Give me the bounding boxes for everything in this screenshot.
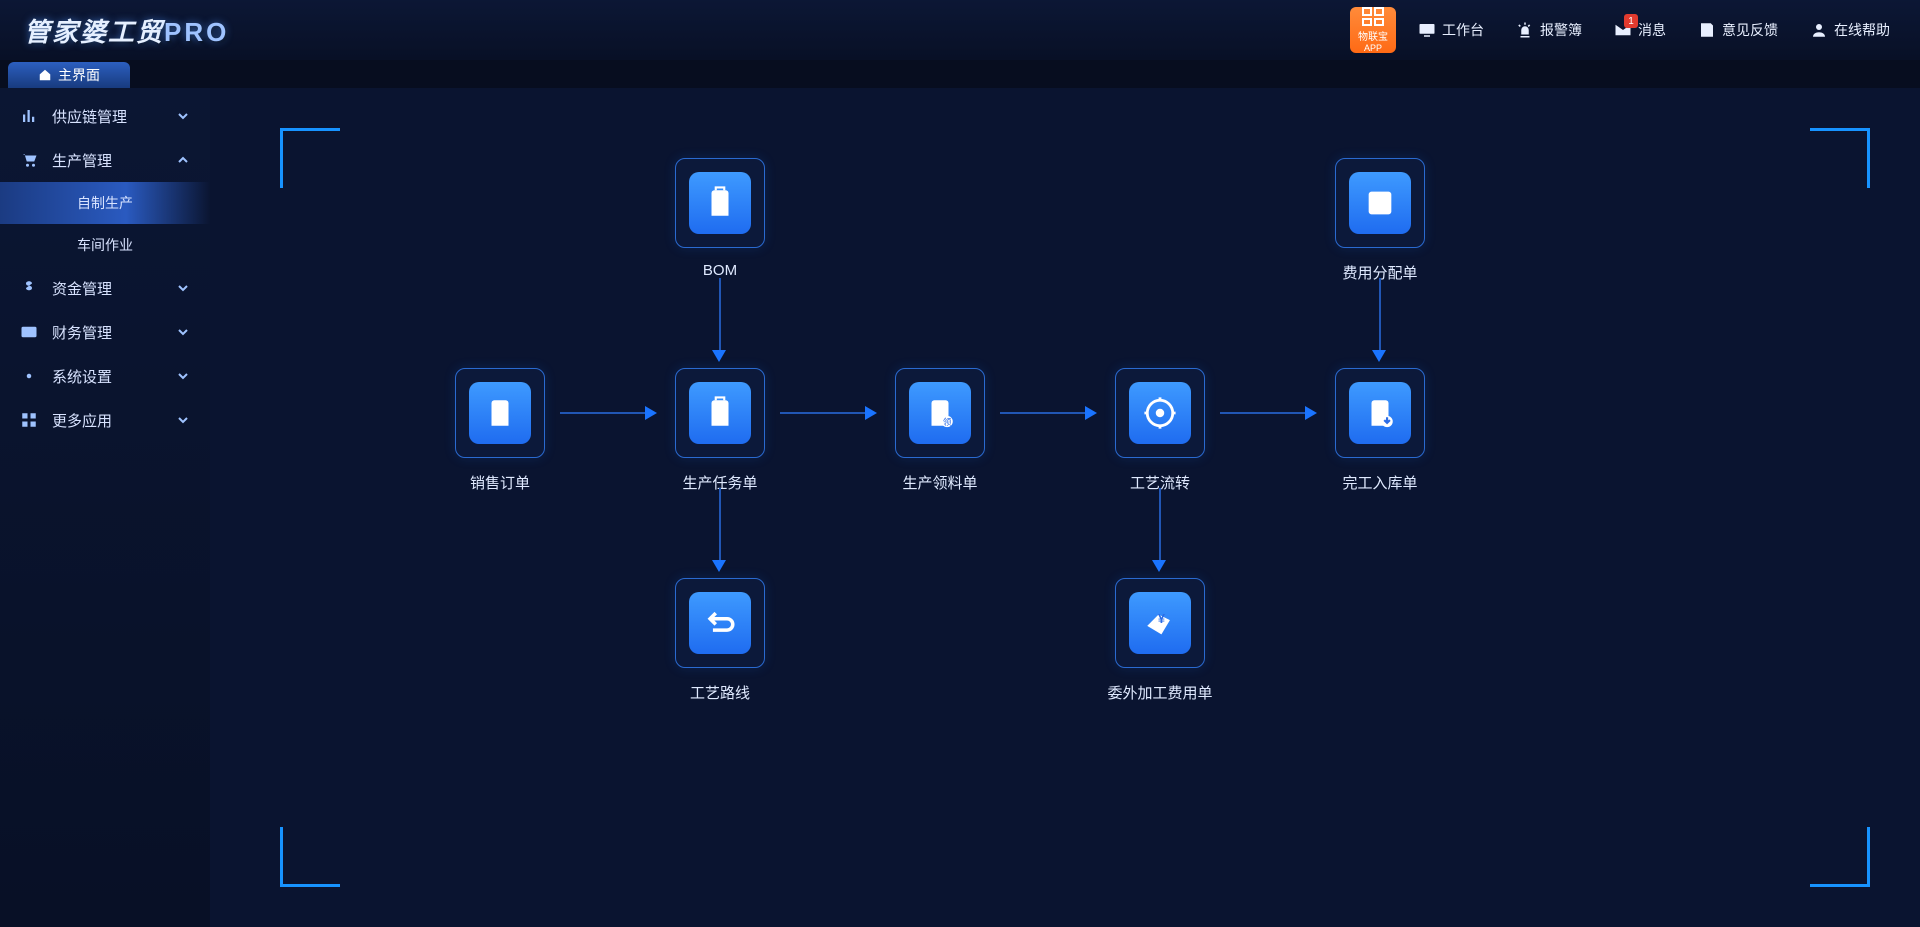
topbar: 管家婆工贸PRO 物联宝 APP 工作台 报警簿 1 消息 意见反馈 在线帮助 [0,0,1920,60]
download-icon [483,396,517,430]
cart-icon [20,151,38,169]
arrow-right-icon [865,406,877,420]
node-bom[interactable]: BOM [660,158,780,279]
home-icon [38,68,52,82]
node-finished-inbound[interactable]: 完工入库单 [1320,368,1440,493]
arrow-right-icon [1305,406,1317,420]
sidebar-sub-self-production[interactable]: 自制生产 [0,182,210,224]
node-production-task[interactable]: 生产任务单 [660,368,780,493]
nav-alarm[interactable]: 报警簿 [1516,20,1582,40]
connector [719,278,721,353]
siren-icon [1516,21,1534,39]
nav-feedback[interactable]: 意见反馈 [1698,20,1778,40]
node-outsourcing-fee[interactable]: 委外加工费用单 [1100,578,1220,703]
node-process-route[interactable]: 工艺路线 [660,578,780,703]
app-logo: 管家婆工贸PRO [24,12,229,49]
chevron-down-icon [176,325,190,339]
docdown-icon [1363,396,1397,430]
chevron-up-icon [176,153,190,167]
top-nav: 工作台 报警簿 1 消息 意见反馈 在线帮助 [1418,20,1890,40]
chevron-down-icon [176,109,190,123]
tab-row: 主界面 [0,60,1920,88]
node-process-flow[interactable]: 工艺流转 [1100,368,1220,493]
chevron-down-icon [176,369,190,383]
gear-icon [20,367,38,385]
arrow-down-icon [712,560,726,572]
connector [780,412,865,414]
connector [719,488,721,563]
nav-workbench[interactable]: 工作台 [1418,20,1484,40]
connector [1379,278,1381,353]
arrow-down-icon [1372,350,1386,362]
iot-app-button[interactable]: 物联宝 APP [1350,7,1396,53]
return-icon [703,606,737,640]
doc-icon [703,186,737,220]
sidebar-finance[interactable]: 财务管理 [0,310,210,354]
sidebar-production[interactable]: 生产管理 [0,138,210,182]
sidebar-supply-chain[interactable]: 供应链管理 [0,94,210,138]
chart-icon [20,107,38,125]
user-icon [1810,21,1828,39]
docbadge-icon [923,396,957,430]
note-icon [1698,21,1716,39]
arrow-down-icon [1152,560,1166,572]
nav-help[interactable]: 在线帮助 [1810,20,1890,40]
chevron-down-icon [176,413,190,427]
connector [1000,412,1085,414]
chevron-down-icon [176,281,190,295]
connector [1159,488,1161,563]
connector [560,412,645,414]
sidebar-funds[interactable]: 资金管理 [0,266,210,310]
gearcycle-icon [1143,396,1177,430]
tab-main[interactable]: 主界面 [8,62,130,88]
grid-icon [20,411,38,429]
qr-icon [1362,7,1384,26]
message-badge: 1 [1624,14,1638,28]
sidebar-sub-workshop[interactable]: 车间作业 [0,224,210,266]
doc-icon [703,396,737,430]
arrow-right-icon [645,406,657,420]
node-fee-allocation[interactable]: 费用分配单 [1320,158,1440,283]
diagram-frame: BOM 费用分配单 销售订单 生产任务单 生产领料单 [280,128,1870,887]
arrow-right-icon [1085,406,1097,420]
sidebar: 供应链管理 生产管理 自制生产 车间作业 资金管理 财务管理 系统设置 [0,88,210,927]
sidebar-settings[interactable]: 系统设置 [0,354,210,398]
monitor-icon [1418,21,1436,39]
money-icon [1143,606,1177,640]
content-area: BOM 费用分配单 销售订单 生产任务单 生产领料单 [210,88,1920,927]
flow-diagram: BOM 费用分配单 销售订单 生产任务单 生产领料单 [280,128,1870,887]
share-icon [1363,186,1397,220]
dollar-icon [20,279,38,297]
node-sales-order[interactable]: 销售订单 [440,368,560,493]
connector [1220,412,1305,414]
node-material-requisition[interactable]: 生产领料单 [880,368,1000,493]
arrow-down-icon [712,350,726,362]
nav-messages[interactable]: 1 消息 [1614,20,1666,40]
sidebar-more-apps[interactable]: 更多应用 [0,398,210,442]
card-icon [20,323,38,341]
